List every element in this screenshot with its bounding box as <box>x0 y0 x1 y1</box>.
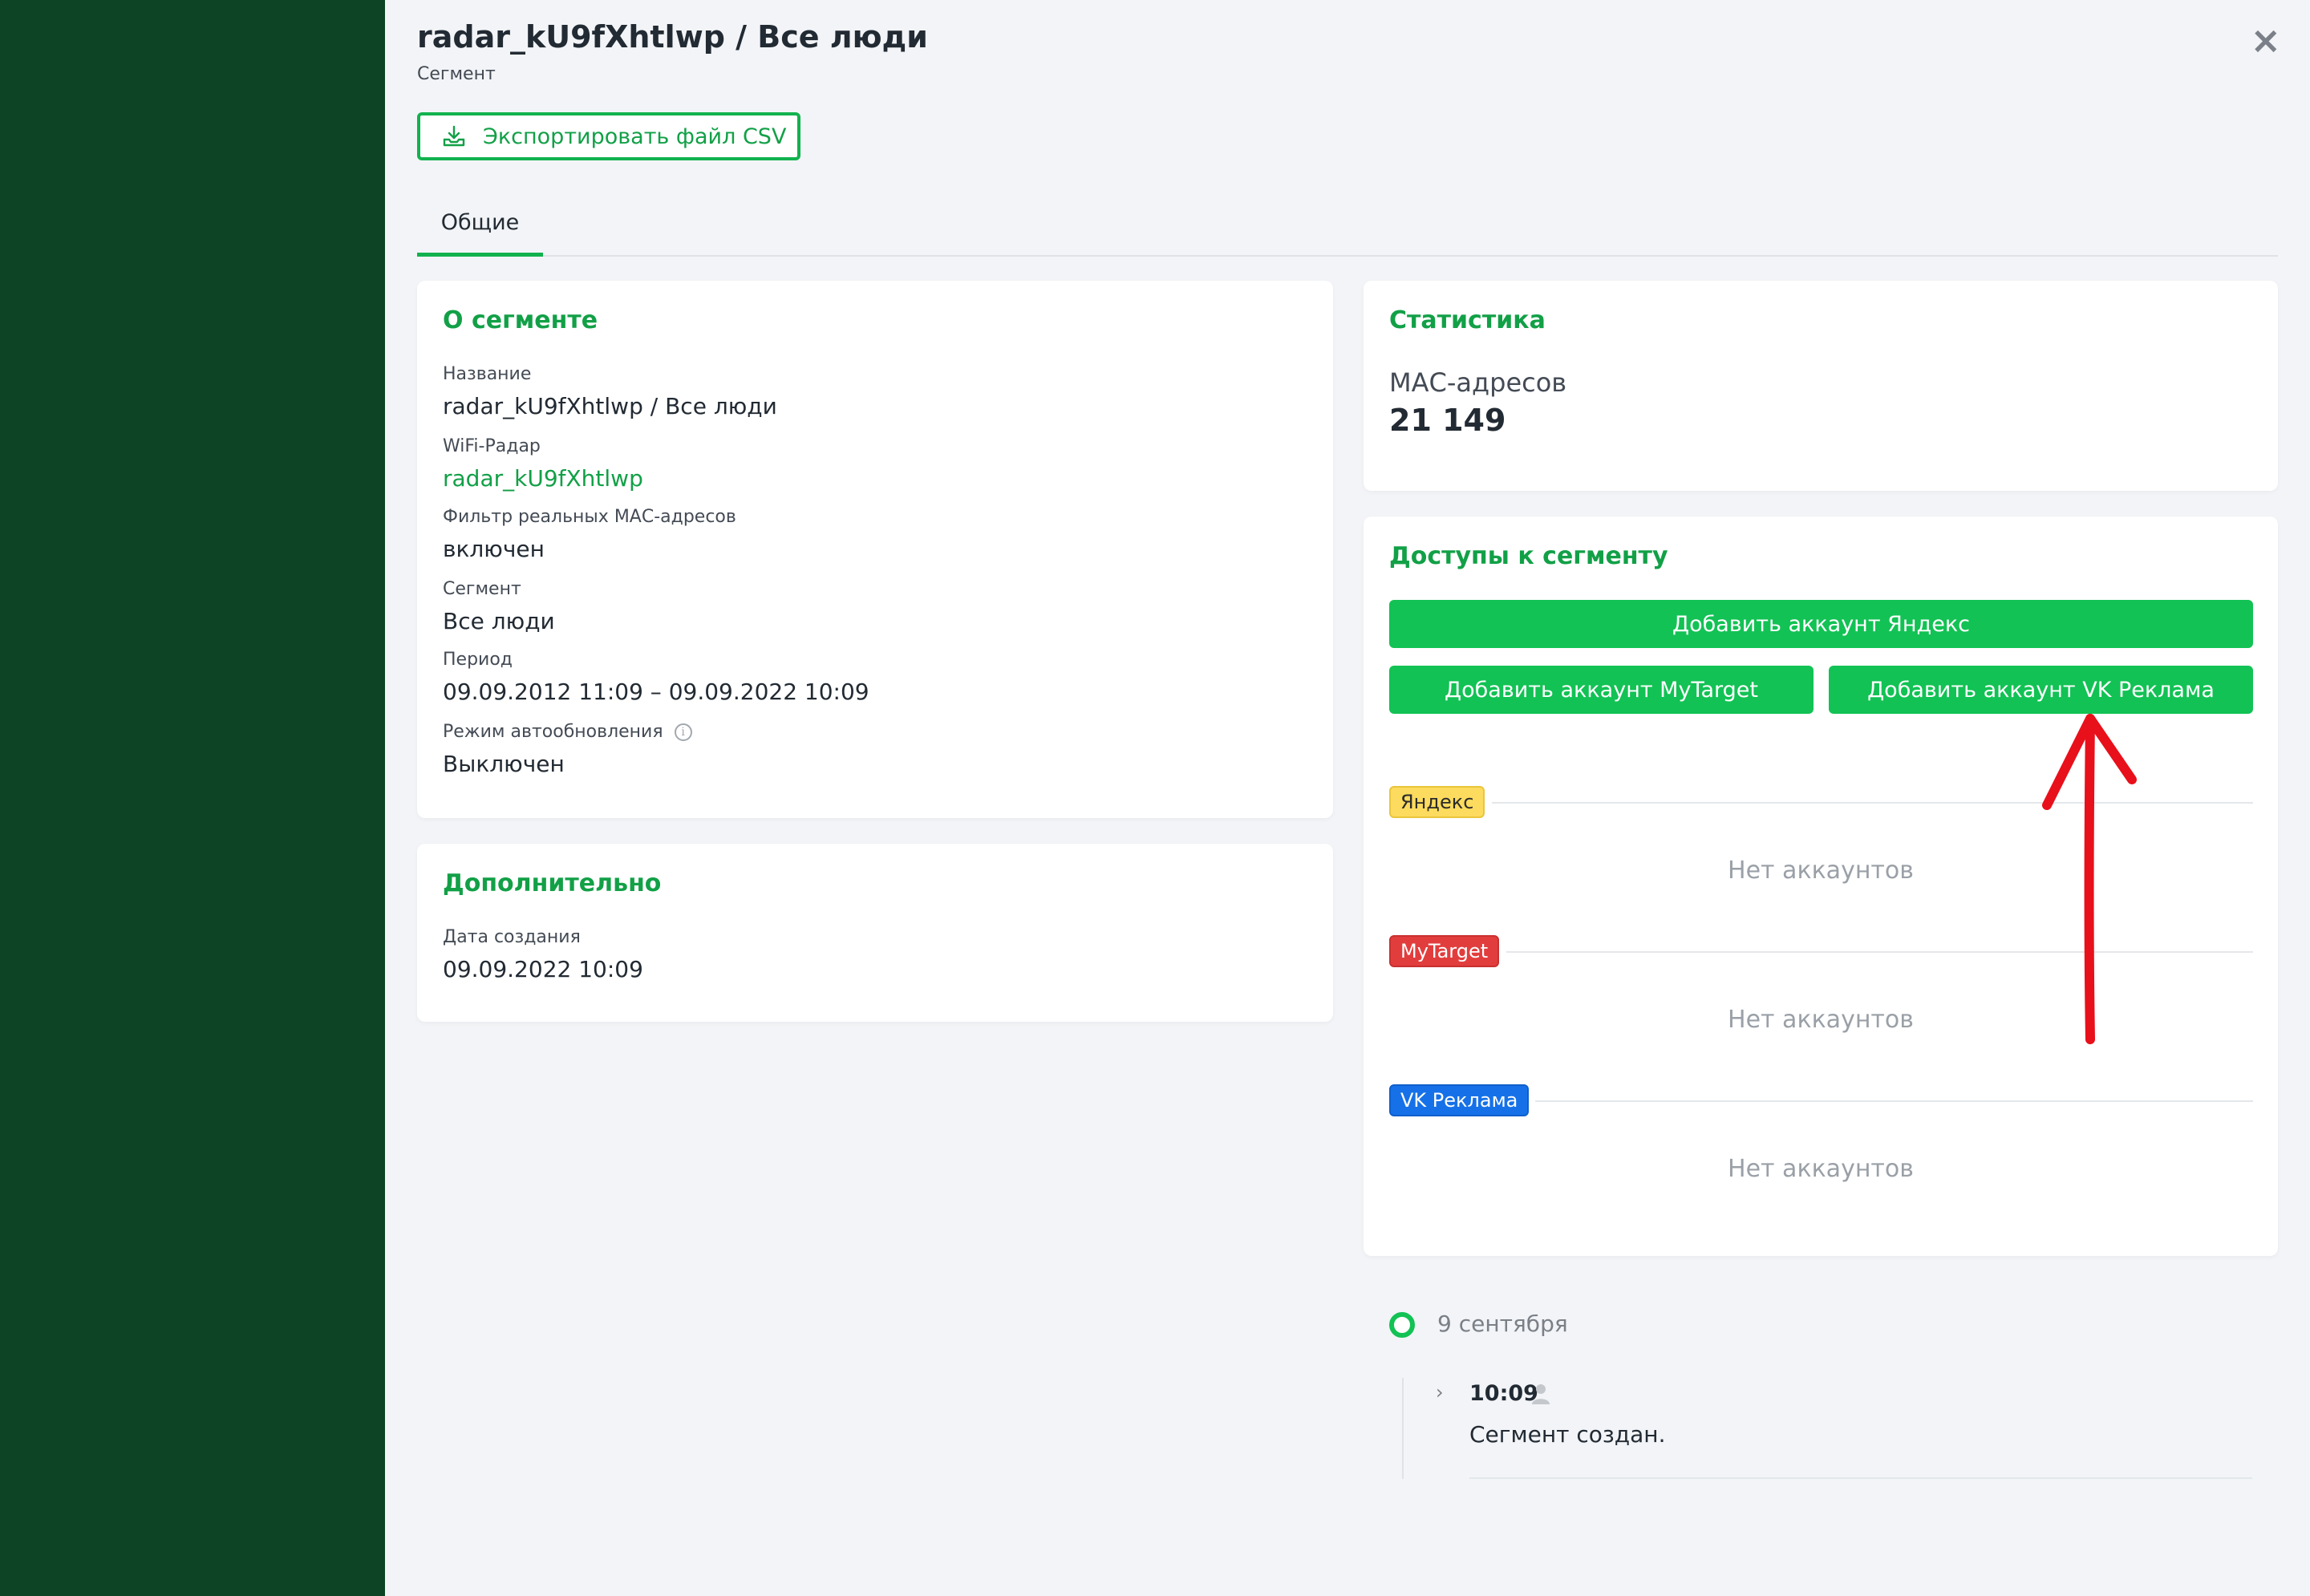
mac-count-label: МАС-адресов <box>1389 367 1567 398</box>
add-mytarget-account-button[interactable]: Добавить аккаунт MyTarget <box>1389 666 1814 714</box>
export-csv-button[interactable]: Экспортировать файл CSV <box>417 112 800 160</box>
timeline-divider <box>1469 1477 2252 1479</box>
additional-card: Дополнительно Дата создания 09.09.2022 1… <box>417 844 1333 1022</box>
timeline-line <box>1402 1378 1404 1479</box>
annotation-arrow-icon <box>2042 714 2137 1044</box>
field-label-autoupdate: Режим автообновления i <box>443 722 692 742</box>
field-label-period: Период <box>443 650 513 670</box>
add-yandex-account-button[interactable]: Добавить аккаунт Яндекс <box>1389 600 2253 648</box>
chevron-right-icon[interactable]: › <box>1436 1381 1444 1404</box>
download-tray-icon <box>443 125 465 147</box>
export-csv-label: Экспортировать файл CSV <box>483 124 787 149</box>
vk-badge: VK Реклама <box>1389 1084 1530 1116</box>
field-label-created: Дата создания <box>443 927 581 947</box>
timeline-dot-icon <box>1389 1312 1415 1338</box>
field-value-mac-filter: включен <box>443 536 545 562</box>
timeline-event-time: 10:09 <box>1469 1381 1538 1406</box>
mytarget-badge: MyTarget <box>1389 935 1500 967</box>
page-title: radar_kU9fXhtlwp / Все люди <box>417 19 928 55</box>
additional-card-title: Дополнительно <box>443 869 662 897</box>
field-label-radar: WiFi-Радар <box>443 436 541 456</box>
access-card-title: Доступы к сегменту <box>1389 542 1668 570</box>
close-button[interactable]: × <box>2250 22 2281 59</box>
app-sidebar <box>0 0 385 1596</box>
field-value-autoupdate: Выключен <box>443 751 565 777</box>
radar-link[interactable]: radar_kU9fXhtlwp <box>443 465 643 492</box>
timeline-date: 9 сентября <box>1437 1310 1568 1337</box>
yandex-badge: Яндекс <box>1389 786 1485 818</box>
tab-bar: Общие <box>417 201 2278 257</box>
field-label-name: Название <box>443 364 532 384</box>
field-value-name: radar_kU9fXhtlwp / Все люди <box>443 393 777 419</box>
page-subtitle: Сегмент <box>417 64 496 84</box>
timeline-event-text: Сегмент создан. <box>1469 1421 1666 1448</box>
about-segment-card: О сегменте Название radar_kU9fXhtlwp / В… <box>417 281 1333 818</box>
field-value-created: 09.09.2022 10:09 <box>443 956 643 982</box>
statistics-card: Статистика МАС-адресов 21 149 <box>1364 281 2278 491</box>
info-icon[interactable]: i <box>674 723 692 741</box>
group-divider <box>1535 1100 2253 1102</box>
vk-empty-state: Нет аккаунтов <box>1728 1155 1914 1183</box>
statistics-card-title: Статистика <box>1389 306 1546 334</box>
field-label-mac-filter: Фильтр реальных МАС-адресов <box>443 507 736 527</box>
about-card-title: О сегменте <box>443 306 598 334</box>
field-label-segment: Сегмент <box>443 579 521 599</box>
field-value-period: 09.09.2012 11:09 – 09.09.2022 10:09 <box>443 679 869 705</box>
user-icon <box>1532 1384 1550 1404</box>
mac-count-value: 21 149 <box>1389 403 1506 438</box>
autoupdate-label-text: Режим автообновления <box>443 722 663 742</box>
field-value-segment: Все люди <box>443 608 555 634</box>
tab-general[interactable]: Общие <box>417 201 543 257</box>
